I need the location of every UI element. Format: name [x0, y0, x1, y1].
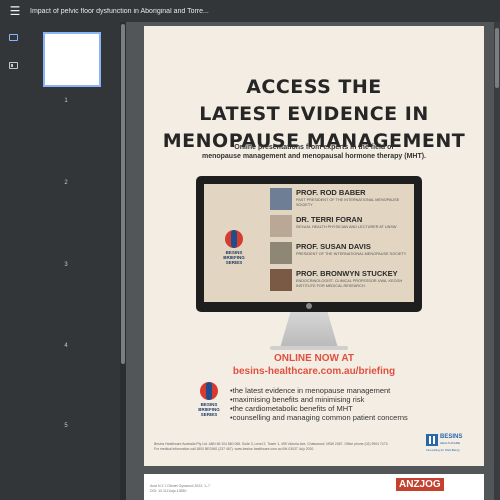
monitor-stand — [280, 312, 338, 348]
series-logo-word-3: SERIES — [200, 412, 218, 417]
speaker-role: President of the International Menopause… — [296, 252, 407, 256]
footer-line-2: For medical information call 1800 BESINS… — [154, 446, 315, 451]
headline-line-2: LATEST EVIDENCE IN — [199, 103, 429, 125]
subhead-line-2: menopause management and menopausal horm… — [201, 153, 427, 160]
list-item: the cardiometabolic benefits of MHT — [230, 404, 408, 413]
online-callout: ONLINE NOW AT besins-healthcare.com.au/b… — [144, 352, 484, 378]
page-number-4[interactable]: 4 — [26, 343, 106, 349]
pdf-page-2: Aust N Z J Obstet Gynaecol 2022; 1–7 DOI… — [144, 474, 484, 500]
sidebar-scroll-thumb[interactable] — [121, 24, 125, 364]
sidebar-rail — [0, 22, 26, 500]
speaker-photo — [270, 215, 292, 237]
document-title: Impact of pelvic floor dysfunction in Ab… — [30, 7, 209, 15]
brand-name: BESINS — [440, 434, 463, 440]
thumbnail-sidebar: 1 2 3 4 5 — [26, 22, 120, 500]
monitor-graphic: BESINS BRIEFING SERIES PROF. ROD BABER P… — [196, 176, 422, 312]
subhead-line-1: Online presentations from experts in the… — [234, 144, 394, 151]
speaker-role: Past President of the International Meno… — [296, 198, 400, 207]
footer-line-1: Besins Healthcare Australia Pty Ltd. ABN… — [154, 442, 389, 446]
pdf-toolbar: ☰ Impact of pelvic floor dysfunction in … — [0, 0, 500, 22]
menu-button[interactable]: ☰ — [4, 0, 26, 22]
speaker-2: DR. TERRI FORAN Sexual Health Physician … — [270, 215, 410, 239]
pdf-page-1: ACCESS THE LATEST EVIDENCE IN MENOPAUSE … — [144, 26, 484, 466]
page-thumbnail-1[interactable] — [43, 32, 101, 87]
speaker-name: PROF. ROD BABER — [296, 188, 366, 197]
briefing-series-logo-mark — [200, 382, 218, 400]
briefing-url[interactable]: besins-healthcare.com.au/briefing — [144, 365, 484, 378]
briefing-series-logo-bottom: BESINS BRIEFING SERIES — [194, 382, 224, 417]
ad-footer: Besins Healthcare Australia Pty Ltd. ABN… — [154, 442, 414, 451]
speaker-role: Sexual Health Physician and Lecturer at … — [296, 225, 397, 229]
ad-subhead: Online presentations from experts in the… — [164, 143, 464, 161]
monitor-screen: BESINS BRIEFING SERIES PROF. ROD BABER P… — [204, 184, 414, 302]
headline-line-1: ACCESS THE — [246, 76, 382, 98]
menu-icon: ☰ — [9, 4, 21, 18]
brand-tagline: Innovating for Well-Being — [426, 448, 460, 452]
speaker-name: DR. TERRI FORAN — [296, 215, 363, 224]
journal-logo: ANZJOG — [396, 478, 444, 491]
monitor-stand-base — [270, 346, 348, 350]
brand-subname: HEALTHCARE — [440, 441, 460, 445]
benefit-list: the latest evidence in menopause managem… — [230, 386, 408, 422]
apple-logo-icon — [306, 303, 312, 309]
briefing-series-logo: BESINS BRIEFING SERIES — [214, 230, 254, 265]
page-number-1: 1 — [64, 98, 68, 104]
thumbnail-view-icon — [8, 33, 18, 41]
speaker-1: PROF. ROD BABER Past President of the In… — [270, 188, 410, 212]
speaker-photo — [270, 242, 292, 264]
speaker-role: Endocrinologist. Clinical Professor UWA.… — [296, 279, 403, 288]
document-scrollbar[interactable] — [494, 22, 500, 500]
briefing-series-logo-mark — [225, 230, 243, 248]
page-number-3[interactable]: 3 — [26, 262, 106, 268]
document-outline-icon — [8, 61, 18, 69]
page-number-2[interactable]: 2 — [26, 180, 106, 186]
doi-line[interactable]: DOI: 10.1111/ajo.13580 — [150, 489, 210, 494]
speaker-name: PROF. BRONWYN STUCKEY — [296, 269, 398, 278]
series-logo-word-3: SERIES — [225, 260, 243, 265]
document-scroll-thumb[interactable] — [495, 28, 499, 88]
document-viewer: ACCESS THE LATEST EVIDENCE IN MENOPAUSE … — [126, 22, 500, 500]
list-item: the latest evidence in menopause managem… — [230, 386, 408, 395]
online-now-text: ONLINE NOW AT — [274, 353, 354, 364]
speaker-4: PROF. BRONWYN STUCKEY Endocrinologist. C… — [270, 269, 410, 293]
document-outline-button[interactable] — [0, 54, 26, 76]
besins-healthcare-logo: BESINS HEALTHCARE Innovating for Well-Be… — [426, 434, 474, 454]
speaker-name: PROF. SUSAN DAVIS — [296, 242, 371, 251]
list-item: maximising benefits and minimising risk — [230, 395, 408, 404]
page-number-5[interactable]: 5 — [26, 423, 106, 429]
thumbnail-view-button[interactable] — [0, 26, 26, 48]
besins-logo-mark — [426, 434, 438, 446]
speaker-photo — [270, 188, 292, 210]
speaker-3: PROF. SUSAN DAVIS President of the Inter… — [270, 242, 410, 266]
list-item: counselling and managing common patient … — [230, 413, 408, 422]
speaker-photo — [270, 269, 292, 291]
